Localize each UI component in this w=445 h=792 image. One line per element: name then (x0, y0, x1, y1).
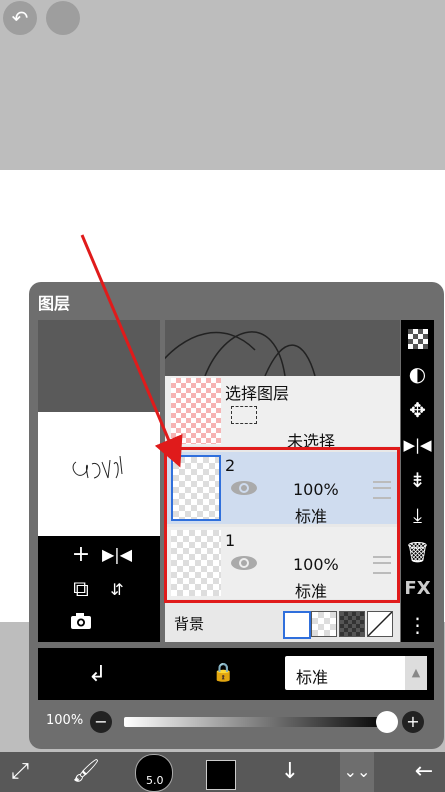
layer-panel-toggle[interactable]: ⌄⌄ (340, 752, 374, 792)
alpha-lock-icon[interactable]: 🔒 (212, 662, 234, 683)
opacity-minus-button[interactable]: − (90, 711, 112, 733)
transform-icon[interactable]: ⤢ (4, 752, 36, 792)
color-swatch[interactable] (206, 760, 236, 790)
arrow-down-icon[interactable]: ↓ (274, 752, 306, 792)
opacity-slider-knob[interactable] (376, 711, 398, 733)
blend-mode-value: 标准 (296, 668, 329, 687)
clip-down-icon[interactable]: ↲ (88, 662, 106, 687)
opacity-plus-button[interactable]: + (402, 711, 424, 733)
dropdown-arrow-icon[interactable]: ▲ (405, 656, 427, 690)
opacity-slider[interactable] (124, 717, 390, 727)
brush-icon[interactable]: 🖌 (70, 752, 102, 792)
back-arrow-icon[interactable]: ← (408, 752, 440, 792)
brush-size-value: 5.0 (146, 774, 164, 787)
opacity-label: 100% (46, 713, 84, 728)
